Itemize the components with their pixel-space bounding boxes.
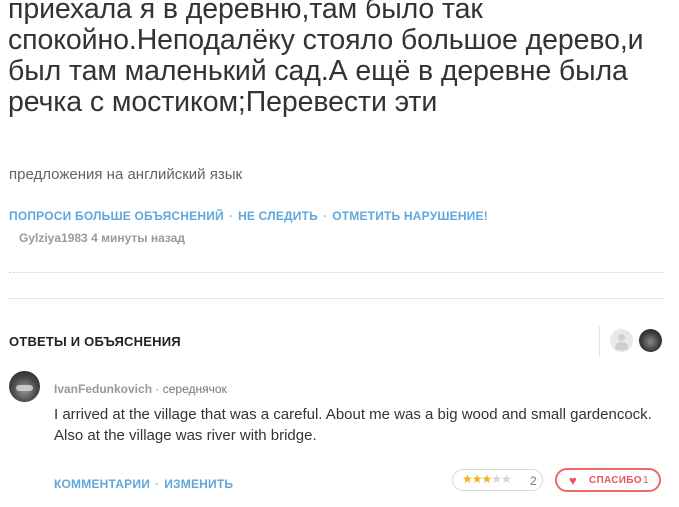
answer-meta: IvanFedunkovich · середнячок: [54, 382, 227, 396]
star-icon[interactable]: ★: [491, 472, 502, 486]
question-text: приехала я в деревню,там было так спокой…: [8, 0, 644, 118]
rating-stars[interactable]: ★★★★★: [462, 472, 512, 486]
thanks-label: СПАСИБО: [589, 475, 642, 486]
answer-author-link[interactable]: IvanFedunkovich: [54, 382, 152, 396]
question-author-link[interactable]: Gylziya1983: [19, 231, 88, 245]
separator: ·: [155, 382, 160, 396]
separator: ·: [323, 209, 328, 223]
star-icon[interactable]: ★: [501, 472, 512, 486]
answer-actions: КОММЕНТАРИИ · ИЗМЕНИТЬ: [54, 477, 233, 491]
answer-author-avatar[interactable]: [9, 371, 40, 402]
ask-more-explanations-link[interactable]: ПОПРОСИ БОЛЬШЕ ОБЪЯСНЕНИЙ: [9, 209, 224, 223]
star-icon[interactable]: ★: [462, 472, 473, 486]
answerer-mini-avatar[interactable]: [639, 329, 662, 352]
unfollow-link[interactable]: НЕ СЛЕДИТЬ: [238, 209, 318, 223]
divider: [599, 326, 600, 356]
thanks-count: 1: [643, 475, 649, 486]
separator: ·: [228, 209, 234, 223]
answer-text: I arrived at the village that was a care…: [54, 406, 652, 444]
question-actions: ПОПРОСИ БОЛЬШЕ ОБЪЯСНЕНИЙ · НЕ СЛЕДИТЬ · ОТМ…: [9, 209, 488, 223]
star-icon[interactable]: ★: [482, 472, 493, 486]
answer-author-rank: середнячок: [162, 382, 227, 396]
report-violation-link[interactable]: ОТМЕТИТЬ НАРУШЕНИЕ!: [332, 209, 488, 223]
comments-link[interactable]: КОММЕНТАРИИ: [54, 477, 150, 491]
divider: [9, 298, 663, 299]
question-time: 4 минуты назад: [91, 231, 186, 245]
star-icon[interactable]: ★: [472, 472, 483, 486]
separator: ·: [155, 477, 160, 491]
thanks-button[interactable]: ♥ СПАСИБО 1: [555, 468, 661, 492]
divider: [9, 272, 663, 273]
question-subtext: предложения на английский язык: [9, 166, 243, 183]
question-meta: Gylziya1983 4 минуты назад: [19, 231, 185, 245]
heart-icon: ♥: [569, 473, 577, 488]
default-user-icon[interactable]: [610, 329, 633, 352]
answers-section-title: ОТВЕТЫ И ОБЪЯСНЕНИЯ: [9, 334, 181, 349]
edit-link[interactable]: ИЗМЕНИТЬ: [164, 477, 233, 491]
rating-widget[interactable]: ★★★★★ 2: [452, 469, 543, 491]
rating-count: 2: [530, 474, 537, 488]
